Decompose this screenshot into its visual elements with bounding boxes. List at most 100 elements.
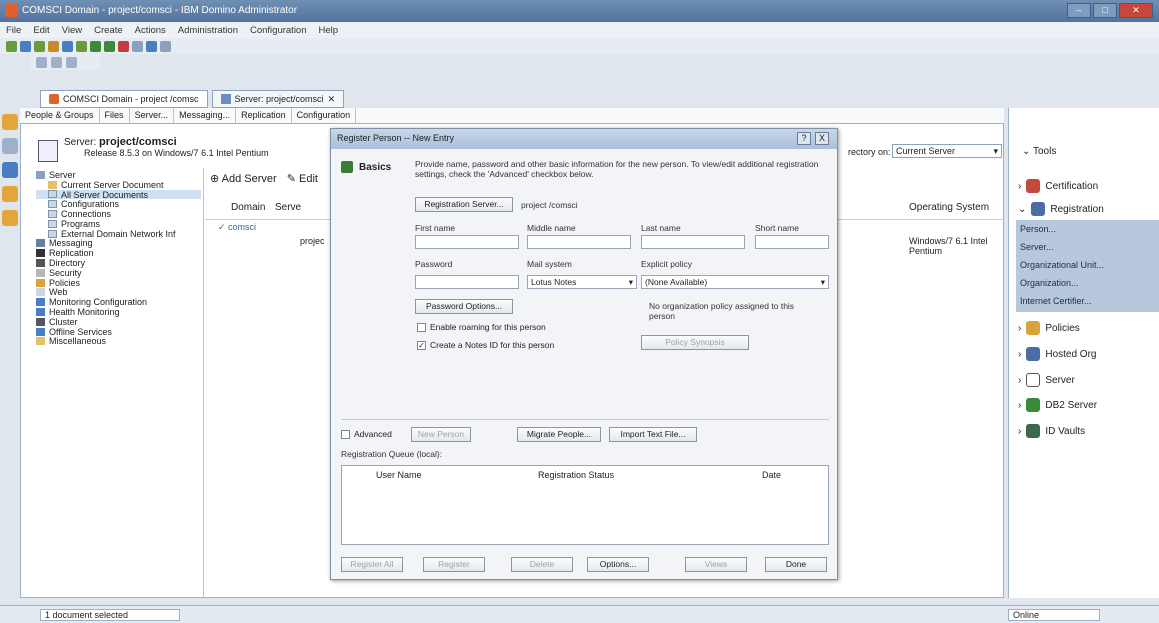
- roaming-checkbox[interactable]: Enable roaming for this person: [417, 322, 546, 332]
- tree-item-replication[interactable]: Replication: [36, 248, 201, 258]
- add-server-button[interactable]: ⊕ Add Server: [210, 172, 277, 185]
- tree-item-current-server-document[interactable]: Current Server Document: [36, 180, 201, 190]
- register-person[interactable]: Person...: [1016, 220, 1159, 238]
- toolbar-icon[interactable]: [20, 40, 31, 52]
- menu-file[interactable]: File: [6, 25, 21, 36]
- middle-name-field[interactable]: [527, 235, 631, 249]
- toolbar-icon[interactable]: [76, 40, 87, 52]
- doc-tab-server[interactable]: Server: project/comsci ✕: [211, 90, 345, 108]
- tree-item-cluster[interactable]: Cluster: [36, 317, 201, 327]
- tree-item-external-domain[interactable]: External Domain Network Inf: [36, 229, 201, 239]
- delete-button[interactable]: Delete: [511, 557, 573, 572]
- tab-messaging[interactable]: Messaging...: [174, 108, 237, 123]
- registration-queue[interactable]: User Name Registration Status Date: [341, 465, 829, 545]
- doc-tab-domain[interactable]: COMSCI Domain - project /comsc: [40, 90, 208, 108]
- toolbar-icon[interactable]: [62, 40, 73, 52]
- tree-item-server[interactable]: Server: [36, 170, 201, 180]
- tool-registration[interactable]: ⌄ Registration: [1018, 200, 1104, 218]
- menu-view[interactable]: View: [62, 25, 82, 36]
- bookmark-icon[interactable]: [2, 138, 18, 154]
- minimize-button[interactable]: –: [1067, 3, 1091, 18]
- back-icon[interactable]: [36, 56, 47, 68]
- mail-system-select[interactable]: Lotus Notes ▾: [527, 275, 637, 289]
- first-name-field[interactable]: [415, 235, 519, 249]
- new-person-button[interactable]: New Person: [411, 427, 471, 442]
- column-operating-system[interactable]: Operating System: [909, 202, 989, 213]
- toolbar-icon[interactable]: [160, 40, 171, 52]
- tool-policies[interactable]: › Policies: [1018, 319, 1080, 337]
- column-server[interactable]: Serve: [275, 202, 301, 213]
- tab-files[interactable]: Files: [100, 108, 130, 123]
- register-organization[interactable]: Organization...: [1016, 274, 1159, 292]
- directory-select[interactable]: Current Server ▾: [892, 144, 1002, 158]
- tree-item-offline-services[interactable]: Offline Services: [36, 327, 201, 337]
- policy-synopsis-button[interactable]: Policy Synopsis: [641, 335, 749, 350]
- tool-server[interactable]: › Server: [1018, 371, 1075, 389]
- toolbar-icon[interactable]: [34, 40, 45, 52]
- registration-server-button[interactable]: Registration Server...: [415, 197, 513, 212]
- toolbar-icon[interactable]: [90, 40, 101, 52]
- password-options-button[interactable]: Password Options...: [415, 299, 513, 314]
- menu-configuration[interactable]: Configuration: [250, 25, 307, 36]
- tool-certification[interactable]: › Certification: [1018, 177, 1098, 195]
- table-row[interactable]: ✓ comsci: [218, 222, 256, 233]
- tree-item-all-server-documents[interactable]: All Server Documents: [36, 190, 201, 200]
- home-icon[interactable]: [66, 56, 77, 68]
- migrate-people-button[interactable]: Migrate People...: [517, 427, 601, 442]
- forward-icon[interactable]: [51, 56, 62, 68]
- tree-item-directory[interactable]: Directory: [36, 258, 201, 268]
- register-all-button[interactable]: Register All: [341, 557, 403, 572]
- column-domain[interactable]: Domain: [231, 202, 265, 213]
- toolbar-icon[interactable]: [104, 40, 115, 52]
- tab-people-groups[interactable]: People & Groups: [20, 108, 100, 123]
- menu-edit[interactable]: Edit: [33, 25, 49, 36]
- menu-actions[interactable]: Actions: [135, 25, 166, 36]
- maximize-button[interactable]: □: [1093, 3, 1117, 18]
- register-server[interactable]: Server...: [1016, 238, 1159, 256]
- bookmark-icon[interactable]: [2, 186, 18, 202]
- import-text-file-button[interactable]: Import Text File...: [609, 427, 697, 442]
- online-status[interactable]: Online: [1008, 609, 1100, 621]
- toolbar-icon[interactable]: [6, 40, 17, 52]
- queue-col-date[interactable]: Date: [762, 470, 781, 480]
- tree-item-miscellaneous[interactable]: Miscellaneous: [36, 336, 201, 346]
- tree-item-security[interactable]: Security: [36, 268, 201, 278]
- tab-replication[interactable]: Replication: [236, 108, 292, 123]
- advanced-checkbox[interactable]: Advanced: [341, 429, 392, 439]
- create-notes-id-checkbox[interactable]: ✓ Create a Notes ID for this person: [417, 340, 554, 350]
- explicit-policy-select[interactable]: (None Available) ▾: [641, 275, 829, 289]
- edit-button[interactable]: ✎ Edit: [287, 172, 318, 185]
- dialog-close-button[interactable]: X: [815, 132, 829, 145]
- register-internet-certifier[interactable]: Internet Certifier...: [1016, 292, 1159, 310]
- tree-item-health-monitoring[interactable]: Health Monitoring: [36, 307, 201, 317]
- queue-col-user[interactable]: User Name: [376, 470, 422, 480]
- tool-id-vaults[interactable]: › ID Vaults: [1018, 422, 1085, 440]
- tab-server[interactable]: Server...: [130, 108, 175, 123]
- table-row[interactable]: projec: [300, 236, 325, 246]
- bookmark-icon[interactable]: [2, 162, 18, 178]
- toolbar-icon[interactable]: [118, 40, 129, 52]
- close-tab-icon[interactable]: ✕: [328, 94, 336, 105]
- last-name-field[interactable]: [641, 235, 745, 249]
- register-ou[interactable]: Organizational Unit...: [1016, 256, 1159, 274]
- short-name-field[interactable]: [755, 235, 829, 249]
- menu-help[interactable]: Help: [319, 25, 339, 36]
- options-button[interactable]: Options...: [587, 557, 649, 572]
- tab-configuration[interactable]: Configuration: [292, 108, 357, 123]
- basics-section[interactable]: Basics: [341, 161, 391, 173]
- queue-col-status[interactable]: Registration Status: [538, 470, 614, 480]
- pane-divider[interactable]: [203, 168, 204, 598]
- password-field[interactable]: [415, 275, 519, 289]
- tool-db2-server[interactable]: › DB2 Server: [1018, 396, 1097, 414]
- done-button[interactable]: Done: [765, 557, 827, 572]
- register-button[interactable]: Register: [423, 557, 485, 572]
- tree-item-monitoring-configuration[interactable]: Monitoring Configuration: [36, 297, 201, 307]
- tree-item-web[interactable]: Web: [36, 287, 201, 297]
- help-button[interactable]: ?: [797, 132, 811, 145]
- tree-item-messaging[interactable]: Messaging: [36, 238, 201, 248]
- tree-item-policies[interactable]: Policies: [36, 278, 201, 288]
- tree-item-configurations[interactable]: Configurations: [36, 199, 201, 209]
- toolbar-icon[interactable]: [146, 40, 157, 52]
- views-button[interactable]: Views: [685, 557, 747, 572]
- menu-administration[interactable]: Administration: [178, 25, 238, 36]
